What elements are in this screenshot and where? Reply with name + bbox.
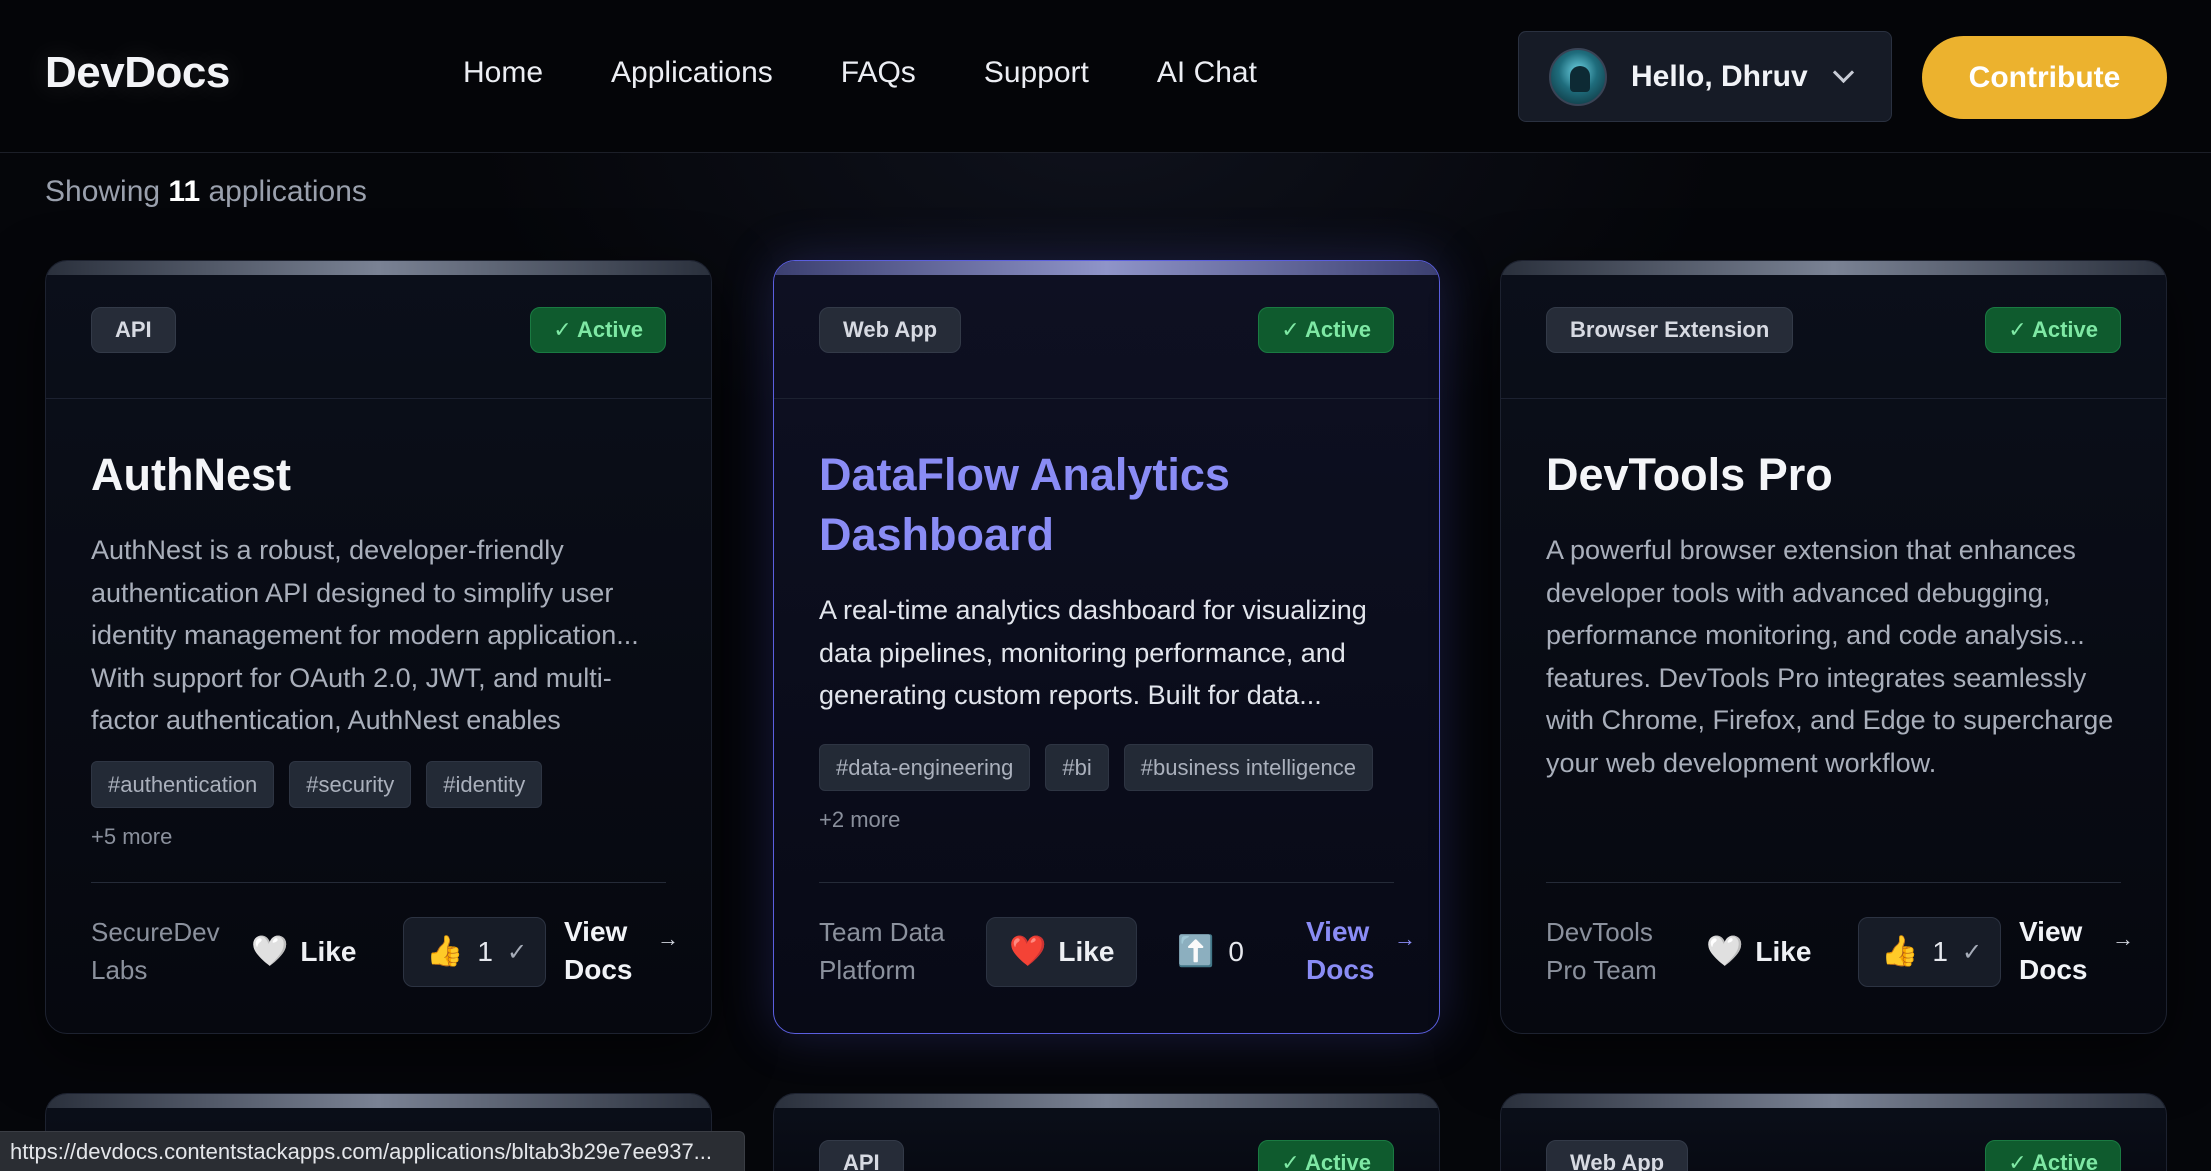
like-label: Like [1755,936,1812,967]
type-badge: API [91,307,176,353]
like-label: Like [1058,936,1115,967]
results-count: Showing 11 applications [45,175,367,209]
view-docs-link[interactable]: View Docs [564,913,664,989]
view-docs-link[interactable]: View Docs [2019,913,2119,989]
type-badge: Browser Extension [1546,307,1794,353]
card-top-accent [46,261,711,275]
card-footer-divider [91,882,666,883]
chevron-down-icon [1834,65,1850,81]
card-description: A powerful browser extension that enhanc… [1546,535,2114,778]
card-footer-divider [819,882,1394,883]
vote-count: 1 [477,936,493,967]
tag-list: #data-engineering #bi #business intellig… [819,744,1409,833]
tag-chip[interactable]: #identity [426,761,543,808]
red-heart-icon: ❤️ [1009,935,1047,968]
view-docs-link[interactable]: View Docs [1306,913,1406,989]
arrow-right-icon: → [2112,926,2134,951]
type-badge: API [819,1140,904,1171]
card-divider [46,398,711,399]
type-badge: Web App [1546,1140,1689,1171]
card-author: Team Data Platform [819,917,945,985]
card-divider [774,398,1439,399]
like-button[interactable]: ❤️ Like [986,917,1138,987]
vote-check: ✓ [1961,938,1983,966]
tag-chip[interactable]: #business intelligence [1123,744,1373,791]
site-logo[interactable]: DevDocs [45,48,230,98]
app-card-authnest[interactable]: API ✓ Active AuthNest AuthNest is a robu… [45,260,712,1034]
tag-chip[interactable]: #bi [1045,744,1109,791]
nav-support[interactable]: Support [984,56,1089,90]
tag-chip[interactable]: #authentication [91,761,275,808]
vote-check: ✓ [506,938,528,966]
showing-suffix: applications [208,175,367,208]
status-badge: ✓ Active [1258,307,1394,353]
status-badge: ✓ Active [1985,1140,2121,1171]
card-description: AuthNest is a robust, developer-friendly… [91,535,639,735]
more-tags[interactable]: +5 more [91,824,172,850]
card-author: SecureDev Labs [91,917,220,985]
type-badge: Web App [819,307,962,353]
white-heart-icon: 🤍 [251,935,289,968]
vote-count: 1 [1932,936,1948,967]
main-nav: Home Applications FAQs Support AI Chat [463,56,1257,90]
card-author: DevTools Pro Team [1546,917,1657,985]
status-badge: ✓ Active [1985,307,2121,353]
arrow-right-icon: → [1394,926,1416,951]
top-navbar: DevDocs Home Applications FAQs Support A… [0,0,2211,153]
nav-faqs[interactable]: FAQs [841,56,916,90]
like-label: Like [300,936,357,967]
white-heart-icon: 🤍 [1706,935,1744,968]
app-card-peek[interactable]: Web App ✓ Active [1500,1093,2167,1171]
card-description: A real-time analytics dashboard for visu… [819,595,1367,710]
showing-prefix: Showing [45,175,161,208]
arrow-right-icon: → [657,926,679,951]
thumbs-up-vote-button[interactable]: 👍 1 ✓ [1858,917,2002,987]
status-badge: ✓ Active [530,307,666,353]
card-top-accent [1501,1094,2166,1108]
thumbs-up-icon: 👍 [426,935,464,968]
app-card-devtools-pro[interactable]: Browser Extension ✓ Active DevTools Pro … [1500,260,2167,1034]
nav-ai-chat[interactable]: AI Chat [1157,56,1257,90]
like-button[interactable]: 🤍 Like [251,917,356,987]
contribute-button[interactable]: Contribute [1922,36,2167,119]
app-card-peek[interactable]: API ✓ Active [773,1093,1440,1171]
showing-count: 11 [168,175,201,208]
thumbs-up-vote-button[interactable]: 👍 1 ✓ [403,917,547,987]
tag-chip[interactable]: #security [289,761,412,808]
up-arrow-icon: ⬆️ [1177,935,1215,968]
user-greeting: Hello, Dhruv [1631,59,1808,93]
like-button[interactable]: 🤍 Like [1706,917,1811,987]
user-menu-button[interactable]: Hello, Dhruv [1518,31,1892,122]
card-footer-divider [1546,882,2121,883]
nav-applications[interactable]: Applications [611,56,773,90]
nav-home[interactable]: Home [463,56,543,90]
vote-count: 0 [1228,936,1244,967]
thumbs-up-icon: 👍 [1881,935,1919,968]
card-top-accent [1501,261,2166,275]
more-tags[interactable]: +2 more [819,807,900,833]
link-preview-statusbar: https://devdocs.contentstackapps.com/app… [0,1131,745,1171]
card-divider [1501,398,2166,399]
avatar [1549,47,1607,106]
app-card-dataflow[interactable]: Web App ✓ Active DataFlow Analytics Dash… [773,260,1440,1034]
card-top-accent [46,1094,711,1108]
tag-chip[interactable]: #data-engineering [819,744,1031,791]
card-top-accent [774,261,1439,275]
card-title[interactable]: DevTools Pro [1546,445,2126,505]
card-title[interactable]: DataFlow Analytics Dashboard [819,445,1399,565]
upvote-button[interactable]: ⬆️ 0 [1177,917,1244,987]
tag-list: #authentication #security #identity [91,761,681,808]
status-badge: ✓ Active [1258,1140,1394,1171]
card-title[interactable]: AuthNest [91,445,671,505]
card-top-accent [774,1094,1439,1108]
